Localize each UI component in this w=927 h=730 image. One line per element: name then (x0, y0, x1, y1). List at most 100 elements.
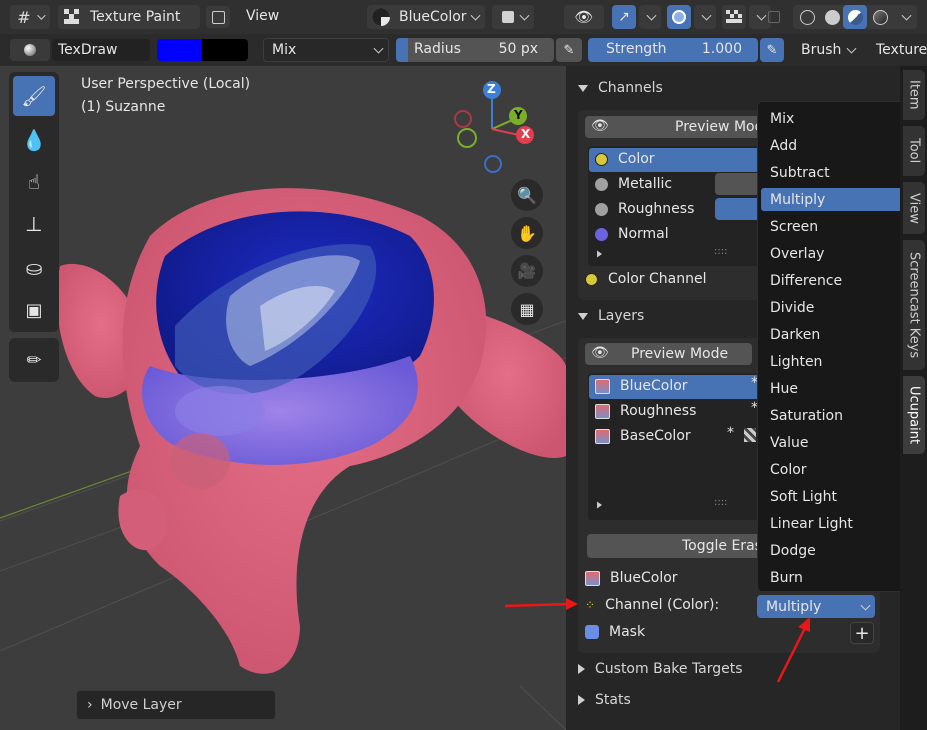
solid-shading-icon[interactable] (820, 6, 844, 28)
mask-toggle-button[interactable] (206, 6, 230, 28)
fill-tool[interactable]: ⛀ (13, 248, 55, 288)
gizmo-dropdown[interactable] (639, 5, 661, 29)
stamp-icon: ⊥ (25, 212, 43, 236)
checker-icon (726, 10, 742, 23)
menu-item-hue[interactable]: Hue (761, 377, 904, 400)
brush-name-field[interactable]: TexDraw (52, 39, 150, 61)
radius-slider[interactable]: Radius 50 px (396, 38, 554, 62)
strength-slider[interactable]: Strength 1.000 (588, 38, 758, 62)
tab-tool[interactable]: Tool (903, 126, 925, 176)
channel-row[interactable]: Metallic (595, 176, 672, 192)
layers-preview-mode-button[interactable]: 👁 Preview Mode (585, 343, 752, 365)
menu-item-label: Screen (770, 218, 819, 235)
primary-color-swatch[interactable] (157, 39, 202, 61)
tab-view[interactable]: View (903, 182, 925, 234)
menu-item-saturation[interactable]: Saturation (761, 404, 904, 427)
pen-pressure-icon: ✎ (563, 42, 575, 58)
layer-mask-icon[interactable] (744, 428, 756, 442)
tab-ucupaint[interactable]: Ucupaint (903, 376, 925, 454)
smear-tool[interactable]: ☝ (13, 162, 55, 202)
mode-selector[interactable]: Texture Paint (58, 5, 200, 29)
layer-row[interactable]: Roughness (595, 403, 696, 419)
texture-menu[interactable]: Texture (868, 38, 927, 62)
material-shading-icon[interactable] (843, 5, 867, 29)
brush-menu[interactable]: Brush (793, 38, 861, 62)
chevron-right-icon[interactable] (596, 247, 603, 263)
camera-icon[interactable]: 🎥 (511, 255, 543, 287)
resize-grip-icon[interactable]: :::: (714, 497, 727, 508)
channels-section-header[interactable]: Channels (578, 80, 663, 96)
grid-ortho-icon[interactable]: ▦ (511, 293, 543, 325)
layers-section-header[interactable]: Layers (578, 308, 644, 324)
layer-row[interactable]: BlueColor (595, 378, 688, 394)
rendered-shading-icon[interactable] (868, 6, 892, 28)
roughness-value-field[interactable] (715, 198, 760, 220)
image-selector[interactable]: BlueColor (367, 5, 485, 29)
menu-item-linear-light[interactable]: Linear Light (761, 512, 904, 535)
annotate-tool[interactable]: ✏ (13, 340, 55, 380)
tab-ucupaint-label: Ucupaint (906, 385, 922, 445)
operator-panel[interactable]: › Move Layer (76, 690, 276, 720)
image-layer-icon (585, 570, 600, 586)
menu-item-multiply[interactable]: Multiply (761, 188, 904, 211)
menu-item-overlay[interactable]: Overlay (761, 242, 904, 265)
gizmo-toggle-button[interactable]: ↗ (612, 5, 636, 29)
strength-pressure-button[interactable]: ✎ (760, 38, 784, 62)
3d-viewport[interactable]: User Perspective (Local) (1) Suzanne Z Y… (0, 66, 566, 730)
tab-item[interactable]: Item (903, 70, 925, 120)
soften-tool[interactable]: 💧 (13, 120, 55, 160)
draw-brush-tool[interactable]: 🖌 (13, 76, 55, 116)
chevron-down-icon (470, 10, 481, 21)
secondary-color-swatch[interactable] (202, 39, 248, 61)
menu-item-difference[interactable]: Difference (761, 269, 904, 292)
display-options-button[interactable] (492, 5, 534, 29)
editor-type-button[interactable]: # (10, 5, 50, 29)
perspective-label: User Perspective (Local) (81, 76, 251, 92)
radius-pressure-button[interactable]: ✎ (556, 38, 582, 62)
brush-preview-button[interactable] (10, 39, 50, 61)
menu-item-label: Hue (770, 380, 799, 397)
menu-item-lighten[interactable]: Lighten (761, 350, 904, 373)
menu-item-label: Linear Light (770, 515, 853, 532)
menu-item-soft-light[interactable]: Soft Light (761, 485, 904, 508)
xray-icon[interactable] (764, 7, 784, 27)
visibility-button[interactable]: 👁 (564, 5, 604, 29)
hand-pan-icon[interactable]: ✋ (511, 217, 543, 249)
image-layer-icon (595, 403, 610, 419)
paint-overlay-button[interactable] (722, 5, 746, 29)
color-channel-row[interactable]: Color Channel (585, 271, 706, 287)
shading-dropdown[interactable] (894, 6, 916, 28)
metallic-value-field[interactable] (715, 173, 760, 195)
menu-item-divide[interactable]: Divide (761, 296, 904, 319)
layer-row[interactable]: BaseColor (595, 428, 691, 444)
menu-item-screen[interactable]: Screen (761, 215, 904, 238)
mask-tool[interactable]: ▣ (13, 290, 55, 330)
menu-item-label: Dodge (770, 542, 816, 559)
stats-section[interactable]: Stats (578, 692, 631, 708)
tab-screencast-keys[interactable]: Screencast Keys (903, 240, 925, 370)
active-layer-row[interactable]: BlueColor (585, 570, 678, 586)
menu-item-burn[interactable]: Burn (761, 566, 904, 589)
blend-mode-dropdown[interactable]: Mix (263, 38, 389, 62)
menu-item-value[interactable]: Value (761, 431, 904, 454)
menu-item-add[interactable]: Add (761, 134, 904, 157)
zoom-icon[interactable]: 🔍 (511, 179, 543, 211)
menu-item-mix[interactable]: Mix (761, 107, 904, 130)
view-menu[interactable]: View (246, 8, 279, 24)
menu-item-darken[interactable]: Darken (761, 323, 904, 346)
wireframe-shading-icon[interactable] (795, 6, 819, 28)
add-mask-button[interactable]: + (850, 622, 874, 644)
overlay-dropdown[interactable] (694, 5, 716, 29)
menu-item-subtract[interactable]: Subtract (761, 161, 904, 184)
overlay-toggle-button[interactable] (667, 5, 691, 29)
channel-row[interactable]: Roughness (595, 201, 694, 217)
resize-grip-icon[interactable]: :::: (714, 246, 727, 257)
clone-tool[interactable]: ⊥ (13, 204, 55, 244)
layers-preview-mode-label: Preview Mode (631, 346, 729, 362)
menu-item-color[interactable]: Color (761, 458, 904, 481)
channel-metallic-icon (595, 177, 608, 191)
channel-row[interactable]: Color (595, 151, 655, 167)
channel-row[interactable]: Normal (595, 226, 669, 242)
menu-item-dodge[interactable]: Dodge (761, 539, 904, 562)
chevron-right-icon[interactable] (596, 498, 603, 514)
